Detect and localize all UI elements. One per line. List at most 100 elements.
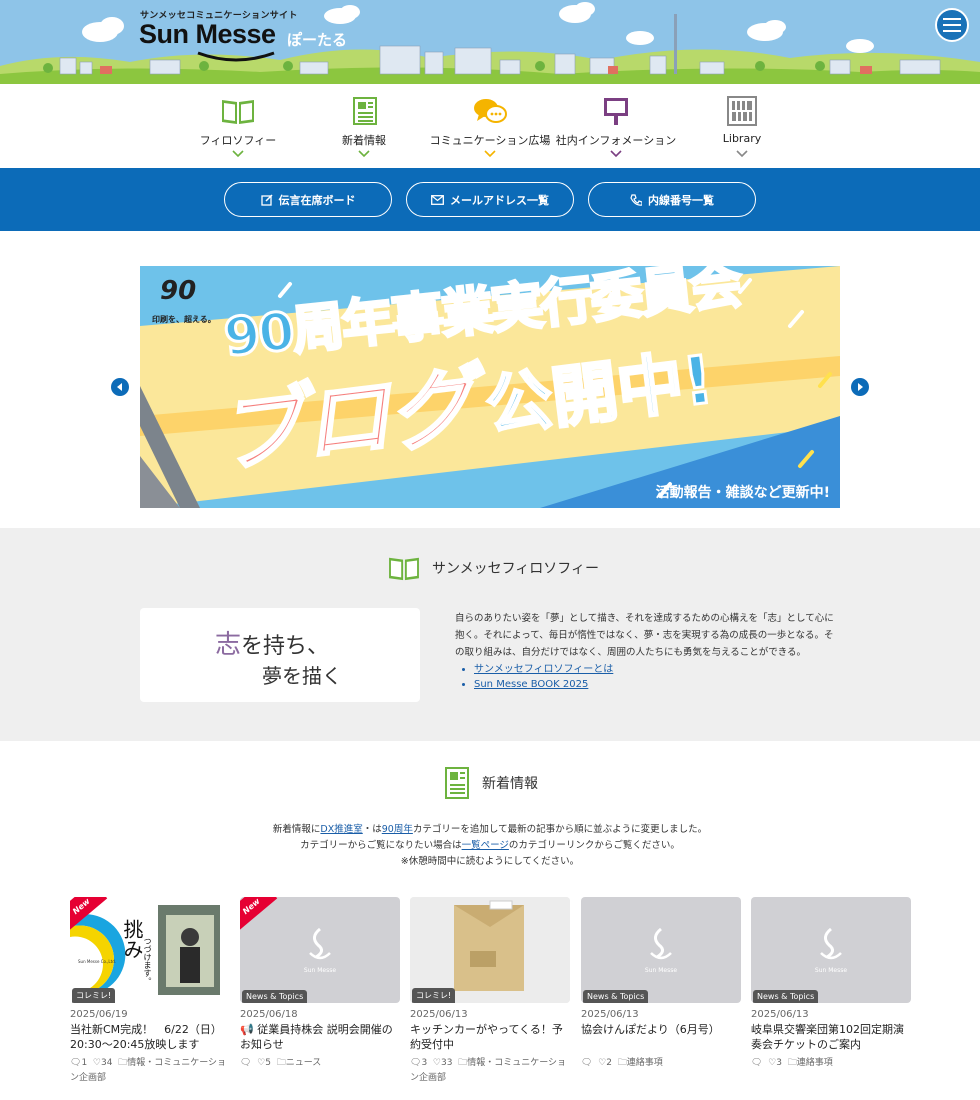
carousel-banner[interactable]: 90 印刷を、超える。 90周年事業実行委員会 ブログ 公開中! 活動報告・雑談… [140, 266, 840, 508]
category-tag[interactable]: News & Topics [583, 990, 649, 1003]
comment-icon: 🗨 [70, 1058, 82, 1068]
news-card[interactable]: コレミレ! 2025/06/13 キッチンカーがやってくる！予約受付中 🗨3 ♡… [410, 897, 570, 1086]
carousel-prev-button[interactable] [111, 378, 129, 396]
news-thumbnail[interactable]: コレミレ! [410, 897, 570, 1003]
philosophy-title-text: サンメッセフィロソフィー [432, 561, 600, 577]
news-title-link[interactable]: 📢 従業員持株会 説明会開催のお知らせ [240, 1022, 400, 1052]
category-tag[interactable]: コレミレ! [412, 988, 456, 1003]
chevron-down-icon [484, 150, 496, 158]
nav-item-info[interactable]: 社内インフォメーション [553, 84, 679, 168]
category-tag[interactable]: News & Topics [753, 990, 819, 1003]
mail-list-button[interactable]: メールアドレス一覧 [406, 182, 574, 217]
comment-count: 1 [81, 1058, 88, 1068]
news-date: 2025/06/18 [240, 1009, 298, 1020]
news-card[interactable]: 挑み つづけます。 Sun Messe Co.,Ltd. New コレミレ! 2… [70, 897, 230, 1086]
mail-icon [431, 194, 444, 205]
like-count: 33 [440, 1058, 453, 1068]
news-intro-line-3: ※休憩時間中に読むようにしてください。 [400, 856, 580, 867]
news-card[interactable]: Sun Messe News & Topics 2025/06/13 岐阜県交響… [751, 897, 911, 1071]
newspaper-icon [445, 767, 469, 799]
like-count: 3 [776, 1058, 782, 1068]
calligraphy-kanji: 志 [215, 630, 242, 660]
site-logo[interactable]: Sun Messe [139, 19, 276, 50]
message-board-button[interactable]: 伝言在席ボード [224, 182, 392, 217]
calligraphy-line-2: 夢を描く [262, 664, 342, 688]
philosophy-links: サンメッセフィロソフィーとは Sun Messe BOOK 2025 [474, 662, 613, 692]
list-page-link[interactable]: 一覧ページ [462, 840, 509, 851]
poster-subtitle: つづけます。 [143, 937, 152, 985]
folder-icon: 🗀 [614, 1058, 627, 1068]
intro-text: カテゴリーからご覧になりたい場合は [300, 840, 462, 851]
news-thumbnail[interactable]: Sun Messe News & Topics [751, 897, 911, 1003]
sunmesse-book-link[interactable]: Sun Messe BOOK 2025 [474, 677, 613, 692]
news-intro: 新着情報にDX推進室・は90周年カテゴリーを追加して最新の記事から順に並ぶように… [0, 822, 980, 870]
news-thumbnail[interactable]: Sun Messe New News & Topics [240, 897, 400, 1003]
news-meta: 🗨3 ♡33 🗀情報・コミュニケーション企画部 [410, 1056, 570, 1086]
news-title-link[interactable]: 岐阜県交響楽団第102回定期演奏会チケットのご案内 [751, 1022, 911, 1052]
edit-icon [260, 193, 273, 206]
news-title-link[interactable]: 協会けんぽだより（6月号） [581, 1022, 741, 1052]
site-header: サンメッセコミュニケーションサイト Sun Messe ぽーたる [0, 0, 980, 84]
comment-icon: 🗨 [240, 1058, 252, 1068]
quick-links-bar: 伝言在席ボード メールアドレス一覧 内線番号一覧 [0, 168, 980, 231]
newspaper-icon [353, 97, 377, 125]
dx-category-link[interactable]: DX推進室 [320, 824, 362, 835]
calligraphy-line-1-rest: を持ち、 [241, 634, 330, 659]
chevron-down-icon [358, 150, 370, 158]
extension-list-button[interactable]: 内線番号一覧 [588, 182, 756, 217]
news-title-link[interactable]: 当社新CM完成！ 6/22（日）20:30～20:45放映します [70, 1022, 230, 1052]
comment-icon: 🗨 [751, 1058, 763, 1068]
folder-icon: 🗀 [273, 1058, 286, 1068]
news-title-link[interactable]: キッチンカーがやってくる！予約受付中 [410, 1022, 570, 1052]
message-board-label: 伝言在席ボード [278, 193, 356, 207]
news-category[interactable]: ニュース [286, 1058, 322, 1068]
signboard-icon [604, 98, 628, 125]
nav-label: フィロソフィー [199, 134, 277, 147]
main-nav: フィロソフィー 新着情報 コミュニケーション広場 社内インフォメーション Lib… [0, 84, 980, 168]
chevron-down-icon [610, 150, 622, 158]
philosophy-about-link[interactable]: サンメッセフィロソフィーとは [474, 662, 613, 677]
comment-icon: 🗨 [581, 1058, 593, 1068]
intro-text: のカテゴリーリンクからご覧ください。 [508, 840, 680, 851]
news-category[interactable]: 連絡事項 [627, 1058, 663, 1068]
news-card[interactable]: Sun Messe New News & Topics 2025/06/18 📢… [240, 897, 400, 1071]
placeholder-logo-text: Sun Messe [814, 967, 848, 974]
nav-item-philosophy[interactable]: フィロソフィー [175, 84, 301, 168]
folder-icon: 🗀 [115, 1058, 128, 1068]
hamburger-menu-button[interactable] [935, 8, 969, 42]
news-thumbnail[interactable]: Sun Messe News & Topics [581, 897, 741, 1003]
90th-category-link[interactable]: 90周年 [382, 824, 413, 835]
like-count: 2 [606, 1058, 612, 1068]
mail-list-label: メールアドレス一覧 [450, 193, 549, 207]
comment-icon: 🗨 [410, 1058, 422, 1068]
nav-label: 新着情報 [342, 134, 386, 147]
philosophy-calligraphy-card: 志を持ち、 夢を描く [140, 608, 420, 702]
arrow-left-icon [117, 383, 122, 391]
news-intro-line-1: 新着情報にDX推進室・は90周年カテゴリーを追加して最新の記事から順に並ぶように… [0, 822, 980, 838]
poster-company: Sun Messe Co.,Ltd. [78, 959, 117, 964]
news-thumbnail[interactable]: 挑み つづけます。 Sun Messe Co.,Ltd. New コレミレ! [70, 897, 230, 1003]
nav-item-library[interactable]: Library [679, 84, 805, 168]
nav-item-communication[interactable]: コミュニケーション広場 [427, 84, 553, 168]
news-date: 2025/06/13 [751, 1009, 809, 1020]
nav-label: 社内インフォメーション [555, 134, 677, 147]
news-title-text: 新着情報 [482, 776, 538, 792]
news-date: 2025/06/13 [410, 1009, 468, 1020]
banner-90-logo: 90 [160, 276, 197, 306]
banner-footer-text: 活動報告・雑談など更新中! [655, 485, 830, 501]
nav-item-news[interactable]: 新着情報 [301, 84, 427, 168]
news-meta: 🗨 ♡5 🗀ニュース [240, 1056, 400, 1071]
folder-icon: 🗀 [784, 1058, 797, 1068]
news-meta: 🗨 ♡3 🗀連絡事項 [751, 1056, 911, 1071]
news-meta: 🗨 ♡2 🗀連絡事項 [581, 1056, 741, 1071]
sunmesse-logo-icon [820, 927, 842, 960]
news-category[interactable]: 連絡事項 [797, 1058, 833, 1068]
book-icon [222, 100, 254, 124]
category-tag[interactable]: News & Topics [242, 990, 308, 1003]
nav-label: コミュニケーション広場 [429, 134, 551, 147]
category-tag[interactable]: コレミレ! [72, 988, 116, 1003]
folder-icon: 🗀 [455, 1058, 468, 1068]
news-card[interactable]: Sun Messe News & Topics 2025/06/13 協会けんぽ… [581, 897, 741, 1071]
news-date: 2025/06/19 [70, 1009, 128, 1020]
carousel-next-button[interactable] [851, 378, 869, 396]
